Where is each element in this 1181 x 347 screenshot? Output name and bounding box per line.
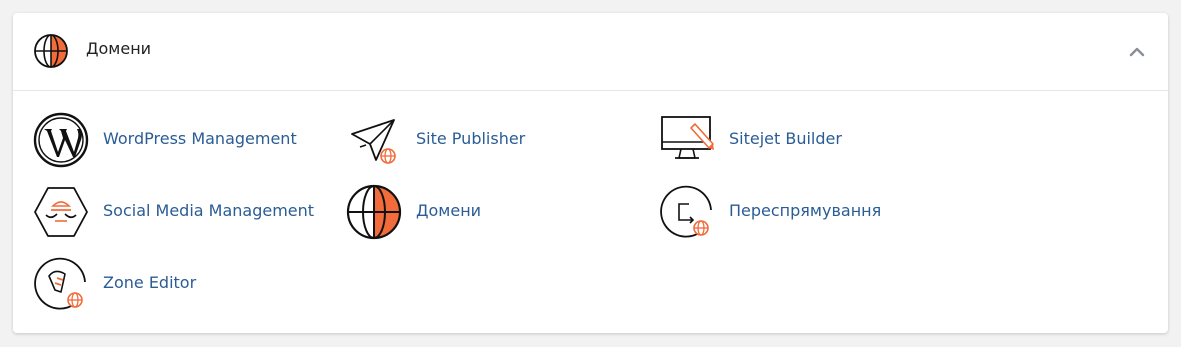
app-redirects[interactable]: Переспрямування [659, 184, 919, 240]
app-label: Zone Editor [103, 273, 197, 292]
app-domains[interactable]: Домени [346, 184, 546, 240]
app-label: Домени [416, 201, 482, 220]
app-label: Social Media Management [103, 201, 315, 220]
paper-plane-icon [351, 119, 396, 164]
monitor-pencil-icon [661, 116, 714, 159]
domains-panel-header[interactable]: Домени [13, 13, 1168, 91]
social-media-icon [34, 187, 88, 237]
redirect-icon [660, 185, 712, 238]
app-label: Sitejet Builder [729, 129, 842, 148]
app-site-publisher[interactable]: Site Publisher [346, 112, 576, 168]
zone-editor-icon [34, 257, 86, 310]
app-sitejet-builder[interactable]: Sitejet Builder [659, 112, 889, 168]
chevron-up-icon[interactable] [1128, 43, 1146, 61]
app-label: Site Publisher [416, 129, 526, 148]
app-social-media-management[interactable]: Social Media Management [33, 184, 338, 240]
wordpress-icon [33, 112, 89, 168]
app-label: Переспрямування [729, 201, 882, 220]
app-label: WordPress Management [103, 129, 297, 148]
app-zone-editor[interactable]: Zone Editor [33, 256, 233, 312]
app-wordpress-management[interactable]: WordPress Management [33, 112, 333, 168]
section-title: Домени [86, 39, 152, 58]
globe-icon [34, 34, 68, 68]
globe-icon [346, 184, 402, 240]
domains-panel: Домени WordPress Management Site Publish… [13, 13, 1168, 333]
